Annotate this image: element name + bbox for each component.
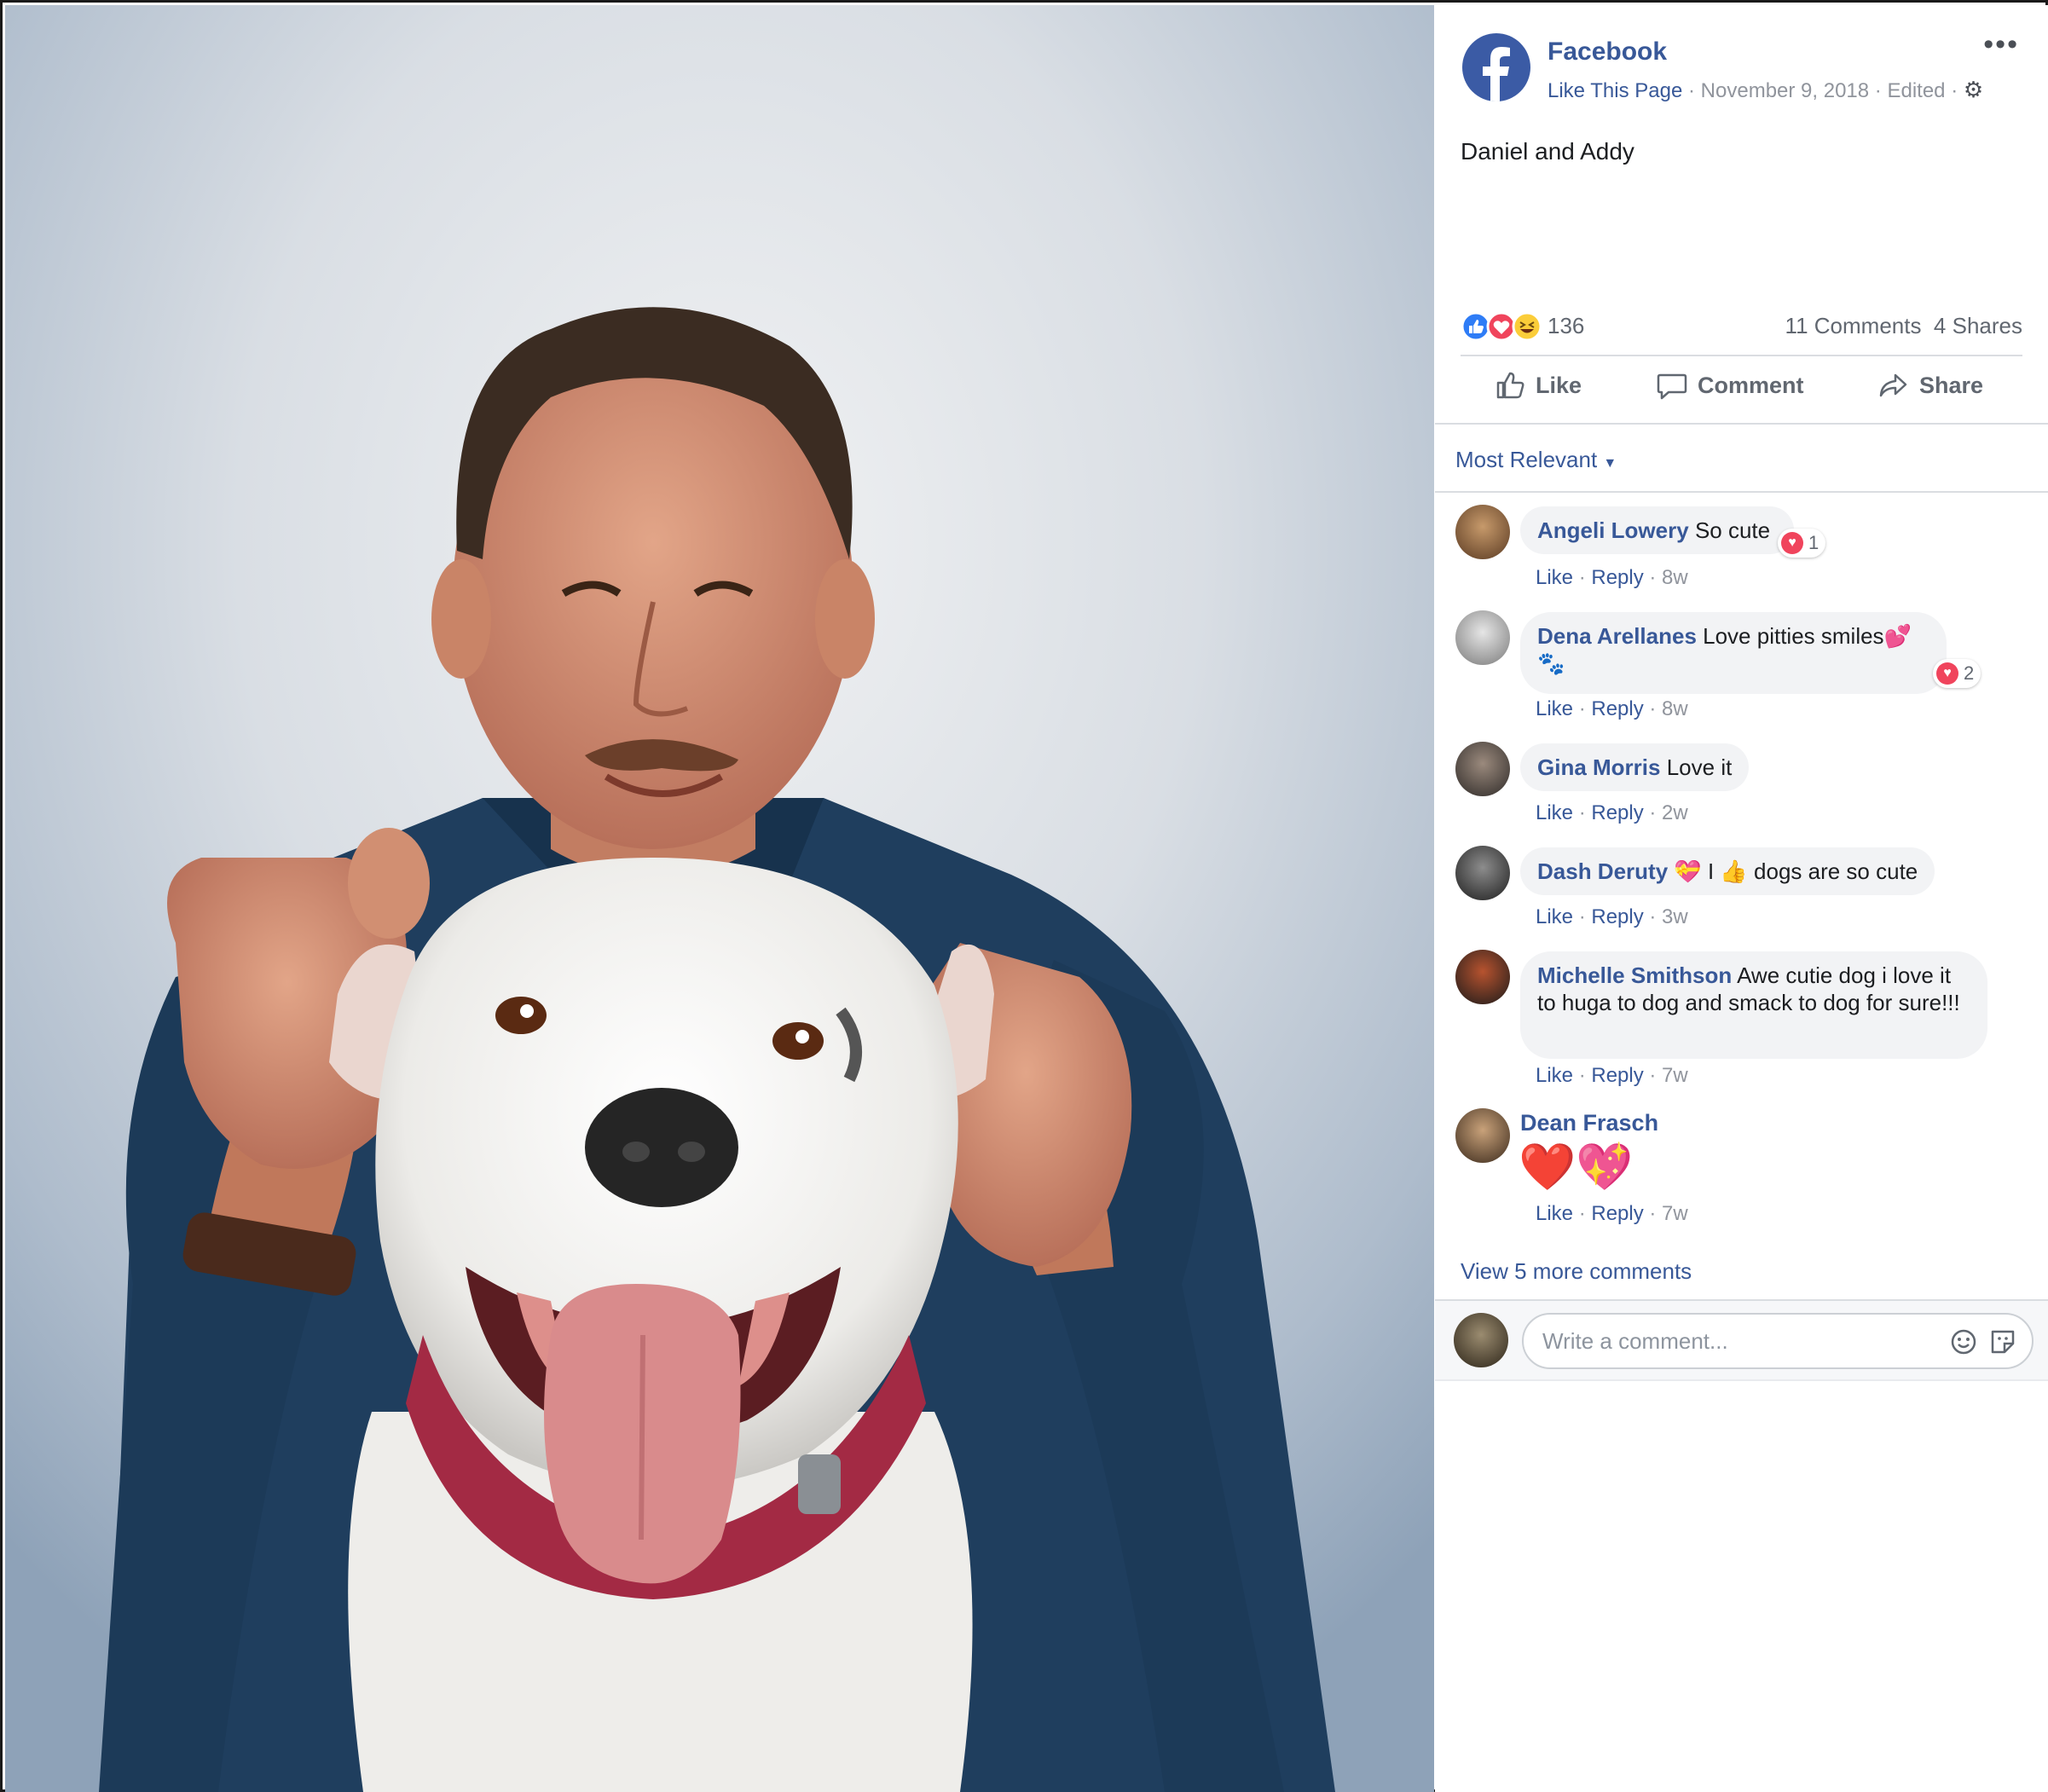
comment-like-link[interactable]: Like xyxy=(1536,905,1573,928)
avatar[interactable] xyxy=(1455,505,1510,559)
comment-time[interactable]: 7w xyxy=(1662,1064,1688,1087)
post-text: Daniel and Addy xyxy=(1461,138,1634,165)
comment-text: So cute xyxy=(1694,517,1771,543)
comment-icon xyxy=(1657,373,1687,400)
avatar[interactable] xyxy=(1455,1108,1510,1163)
comment-bubble: Gina Morris Love it xyxy=(1520,743,1750,791)
share-button[interactable]: Share xyxy=(1878,370,1983,401)
post-side-panel: Facebook Like This Page · November 9, 20… xyxy=(1435,5,2048,1792)
reaction-count[interactable]: 136 xyxy=(1548,313,1584,339)
divider xyxy=(1435,423,2048,425)
caret-down-icon: ▼ xyxy=(1603,456,1617,471)
emoji-icon[interactable] xyxy=(1950,1328,1977,1356)
comment-label: Comment xyxy=(1698,372,1804,398)
avatar[interactable] xyxy=(1455,950,1510,1004)
comment-time[interactable]: 8w xyxy=(1662,697,1688,720)
comment-reply-link[interactable]: Reply xyxy=(1591,697,1643,720)
comment-reply-link[interactable]: Reply xyxy=(1591,566,1643,589)
comment-time[interactable]: 2w xyxy=(1662,801,1688,824)
comment-reaction-count: 1 xyxy=(1808,532,1819,553)
shares-count-link[interactable]: 4 Shares xyxy=(1934,313,2022,338)
comment-time[interactable]: 3w xyxy=(1662,905,1688,928)
reactions-summary: 136 11 Comments 4 Shares xyxy=(1461,308,2022,342)
comment-reply-link[interactable]: Reply xyxy=(1591,905,1643,928)
comment-like-link[interactable]: Like xyxy=(1536,801,1573,824)
share-icon xyxy=(1879,373,1907,397)
comment-bubble: Michelle Smithson Awe cutie dog i love i… xyxy=(1520,951,1987,1059)
comment-input-placeholder: Write a comment... xyxy=(1542,1328,1728,1354)
comment-author-link[interactable]: Dean Frasch xyxy=(1520,1110,1658,1136)
comment-actions: Like · Reply · 8w xyxy=(1536,566,1688,589)
comment-author-link[interactable]: Dena Arellanes xyxy=(1537,623,1697,649)
thumbs-up-icon xyxy=(1496,372,1524,399)
comment-input[interactable]: Write a comment... xyxy=(1522,1313,2034,1369)
comment-reaction-badge[interactable]: ♥ 2 xyxy=(1933,659,1981,688)
comment-actions: Like · Reply · 7w xyxy=(1536,1202,1688,1225)
comment-author-link[interactable]: Dash Deruty xyxy=(1537,858,1668,884)
comment-text: Love it xyxy=(1666,754,1733,780)
comment-reply-link[interactable]: Reply xyxy=(1591,1202,1643,1225)
love-icon: ♥ xyxy=(1936,662,1958,685)
meta-separator: · xyxy=(1688,79,1695,102)
reaction-icons[interactable] xyxy=(1461,311,1546,342)
comment-reply-link[interactable]: Reply xyxy=(1591,1064,1643,1087)
comment-actions: Like · Reply · 7w xyxy=(1536,1064,1688,1087)
facebook-f-icon xyxy=(1483,47,1510,101)
current-user-avatar[interactable] xyxy=(1454,1313,1508,1367)
comment-like-link[interactable]: Like xyxy=(1536,1064,1573,1087)
sort-label: Most Relevant xyxy=(1455,447,1598,472)
facebook-logo-avatar[interactable] xyxy=(1462,33,1530,101)
meta-separator: · xyxy=(1874,79,1882,102)
comment-button[interactable]: Comment xyxy=(1657,370,1804,401)
gear-icon[interactable]: ⚙ xyxy=(1964,77,1983,102)
comment-author-link[interactable]: Angeli Lowery xyxy=(1537,517,1689,543)
comment-bubble: Angeli Lowery So cute xyxy=(1520,506,1795,554)
edited-label[interactable]: Edited xyxy=(1887,79,1945,102)
comment-actions: Like · Reply · 8w xyxy=(1536,697,1688,720)
meta-separator: · xyxy=(1951,79,1958,102)
comment-author-link[interactable]: Gina Morris xyxy=(1537,754,1660,780)
comments-shares-count: 11 Comments 4 Shares xyxy=(1785,313,2022,339)
comments-count-link[interactable]: 11 Comments xyxy=(1785,313,1922,338)
view-more-comments-link[interactable]: View 5 more comments xyxy=(1461,1258,1692,1285)
comment-text: 💝 I 👍 dogs are so cute xyxy=(1674,858,1918,884)
comment-like-link[interactable]: Like xyxy=(1536,566,1573,589)
love-icon: ♥ xyxy=(1781,532,1803,554)
avatar[interactable] xyxy=(1455,742,1510,796)
divider xyxy=(1461,355,2022,356)
like-page-link[interactable]: Like This Page xyxy=(1548,79,1682,102)
like-button[interactable]: Like xyxy=(1495,370,1582,401)
divider xyxy=(1435,491,2048,493)
comment-sort-dropdown[interactable]: Most Relevant ▼ xyxy=(1455,447,1617,473)
comment-time[interactable]: 7w xyxy=(1662,1202,1688,1225)
comment-actions: Like · Reply · 2w xyxy=(1536,801,1688,824)
photo-viewer: Facebook Like This Page · November 9, 20… xyxy=(0,0,2048,1792)
comment-sticker: ❤️💖 xyxy=(1519,1142,1634,1193)
post-meta: Like This Page · November 9, 2018 · Edit… xyxy=(1548,77,1983,103)
comment-actions: Like · Reply · 3w xyxy=(1536,905,1688,928)
avatar[interactable] xyxy=(1455,846,1510,900)
comment-author-link[interactable]: Michelle Smithson xyxy=(1537,962,1732,988)
more-options-icon[interactable]: ••• xyxy=(1983,30,2019,59)
photo-illustration xyxy=(5,5,1434,1792)
comment-reply-link[interactable]: Reply xyxy=(1591,801,1643,824)
post-date-link[interactable]: November 9, 2018 xyxy=(1701,79,1869,102)
like-label: Like xyxy=(1536,372,1582,398)
sticker-icon[interactable] xyxy=(1989,1328,2016,1356)
like-icon xyxy=(1461,311,1491,342)
comment-like-link[interactable]: Like xyxy=(1536,1202,1573,1225)
comment-bubble: Dash Deruty 💝 I 👍 dogs are so cute xyxy=(1520,847,1935,895)
comment-time[interactable]: 8w xyxy=(1662,566,1688,589)
comment-reaction-count: 2 xyxy=(1964,662,1975,684)
post-photo[interactable] xyxy=(5,5,1434,1792)
comment-like-link[interactable]: Like xyxy=(1536,697,1573,720)
page-name-link[interactable]: Facebook xyxy=(1548,38,1667,66)
comment-bubble: Dena Arellanes Love pitties smiles💕🐾 xyxy=(1520,612,1947,694)
share-label: Share xyxy=(1919,372,1984,398)
love-icon xyxy=(1486,311,1517,342)
comment-reaction-badge[interactable]: ♥ 1 xyxy=(1778,529,1826,558)
avatar[interactable] xyxy=(1455,610,1510,665)
haha-icon xyxy=(1512,311,1542,342)
